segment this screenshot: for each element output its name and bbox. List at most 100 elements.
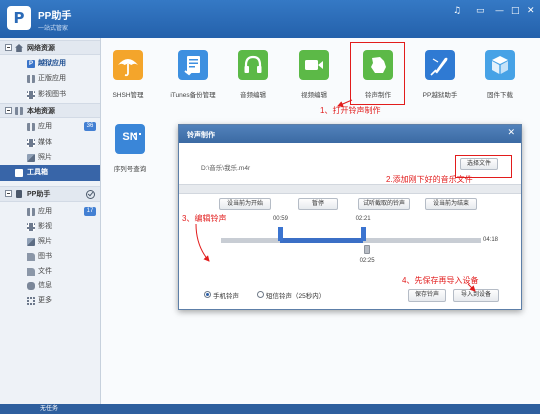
sidebar-item-video-books[interactable]: 影视图书 [0,87,100,102]
radio-label: 短信铃声（25秒内） [266,293,326,300]
sidebar-item-device-apps[interactable]: 应用 17 [0,204,100,219]
sidebar-item-device-video[interactable]: 影视 [0,219,100,234]
sidebar-header-local[interactable]: 本地资源 [0,103,100,118]
message-icon [27,281,35,290]
phone-icon [16,190,22,198]
sidebar-item-label: 影视 [38,223,52,230]
ringtone-type-radio-sms[interactable] [257,291,264,298]
close-icon[interactable]: ✕ [507,128,515,138]
start-marker-handle[interactable] [277,227,283,241]
umbrella-icon [113,50,143,80]
sidebar-item-local-media[interactable]: 媒体 [0,135,100,150]
tool-shsh[interactable]: SHSH管理 [98,50,158,100]
sidebar-item-official-apps[interactable]: 正版应用 [0,71,100,86]
headphones-icon [238,50,268,80]
set-end-button[interactable]: 设当前为结束 [425,198,477,210]
book-icon [27,252,35,261]
count-badge: 17 [84,207,96,216]
dialog-title-bar: 铃声制作 ✕ [179,125,521,143]
preview-clip-button[interactable]: 试听截取的铃声 [358,198,410,210]
apps-icon [27,74,35,83]
minimize-icon[interactable]: — [495,6,504,16]
apps-icon [27,207,35,216]
sidebar-item-local-apps[interactable]: 应用 36 [0,119,100,134]
title-bar: P PP助手 一站式管家 ♫ ▭ — □ ✕ [0,0,540,38]
sidebar-item-device-books[interactable]: 图书 [0,249,100,264]
screen-icon[interactable]: ▭ [476,6,485,16]
sidebar-item-device-photos[interactable]: 照片 [0,234,100,249]
sidebar-header-device[interactable]: PP助手 [0,186,100,202]
annotation-step-2: 2.添加刚下好的音乐文件 [386,175,473,184]
sidebar-item-toolbox[interactable]: 工具箱 [0,165,100,181]
tool-label: iTunes备份管理 [170,92,216,99]
jailbreak-icon [425,50,455,80]
check-circle-icon [86,190,95,199]
sidebar-header-label: 网络资源 [27,45,55,52]
sidebar-item-device-files[interactable]: 文件 [0,264,100,279]
app-logo: P [7,6,31,30]
sidebar-item-label: 越狱应用 [38,60,66,67]
backup-document-icon [178,50,208,80]
total-time-label: 04:18 [483,237,499,243]
tool-firmware-download[interactable]: 固件下载 [470,50,530,100]
set-start-button[interactable]: 设当前为开始 [219,198,271,210]
track-selected-range [280,238,364,243]
sidebar-item-label: 文件 [38,268,52,275]
playhead-handle[interactable] [364,245,371,254]
tool-label: 音频编辑 [240,92,266,99]
music-note-icon[interactable]: ♫ [453,6,461,16]
status-bar: 无任务 [0,404,540,414]
collapse-icon[interactable] [5,107,12,114]
tool-itunes-backup[interactable]: iTunes备份管理 [163,50,223,100]
close-icon[interactable]: ✕ [527,6,535,16]
tool-label: SHSH管理 [112,92,144,99]
sn-icon: SN [115,124,145,154]
file-icon [27,267,35,276]
end-marker-handle[interactable] [360,227,366,241]
sidebar-item-label: 照片 [38,154,52,161]
home-icon [15,44,23,52]
tool-video-edit[interactable]: 视频编辑 [284,50,344,100]
pp-icon: P [27,59,35,68]
tool-audio-edit[interactable]: 音频编辑 [223,50,283,100]
tool-label: 固件下载 [487,92,513,99]
sidebar-item-label: 工具箱 [27,169,48,176]
more-icon [27,296,35,305]
toolbox-icon [15,168,23,177]
sidebar-item-device-more[interactable]: 更多 [0,293,100,308]
apps-icon [27,122,35,131]
ringtone-type-radio-phone[interactable] [204,291,211,298]
file-path: D:\音乐\我乐.m4r [201,165,251,172]
tool-jailbreak-helper[interactable]: PP越狱助手 [410,50,470,100]
computer-icon [15,107,23,115]
pause-button[interactable]: 暂停 [298,198,338,210]
film-icon [27,90,35,99]
sidebar-item-local-photos[interactable]: 照片 [0,150,100,165]
save-ringtone-button[interactable]: 保存铃声 [408,289,446,302]
media-icon [27,138,35,147]
cube-icon [485,50,515,80]
tool-label: PP越狱助手 [422,92,458,99]
sidebar-item-label: 更多 [38,297,52,304]
app-subtitle: 一站式管家 [38,26,69,32]
maximize-icon[interactable]: □ [511,6,520,16]
tool-label: 视频编辑 [301,92,327,99]
import-to-device-button[interactable]: 导入到设备 [453,289,499,302]
dots-decoration [134,133,141,135]
sidebar-item-device-messages[interactable]: 信息 [0,278,100,293]
dialog-title: 铃声制作 [187,132,215,139]
annotation-step-3: 3、编辑铃声 [182,214,227,223]
count-badge: 36 [84,122,96,131]
sidebar-header-network[interactable]: 网络资源 [0,40,100,55]
collapse-icon[interactable] [5,44,12,51]
collapse-icon[interactable] [5,190,12,197]
sidebar-item-label: 正版应用 [38,75,66,82]
task-status: 无任务 [40,406,59,412]
tool-serial-lookup[interactable]: SN 序列号查询 [100,124,160,174]
photo-icon [27,153,35,162]
start-time-label: 00:59 [272,216,288,222]
annotation-step-1: 1、打开铃声制作 [320,106,381,115]
sidebar-item-jailbreak-apps[interactable]: P 越狱应用 [0,56,100,71]
film-icon [27,222,35,231]
current-time-label: 02:25 [359,258,375,264]
